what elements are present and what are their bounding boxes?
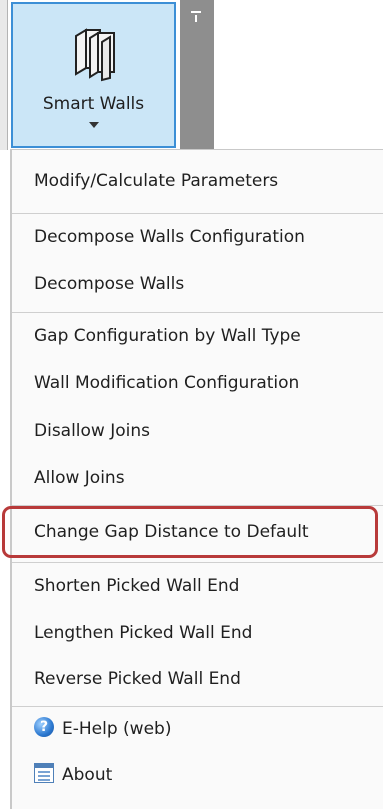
menu-separator	[12, 213, 383, 214]
menu-item-label: Decompose Walls Configuration	[34, 227, 305, 247]
menu-item-label: Reverse Picked Wall End	[34, 669, 241, 689]
menu-item-reverse-picked-wall-end[interactable]: Reverse Picked Wall End	[12, 659, 383, 699]
dropdown-arrow-icon[interactable]	[89, 122, 99, 128]
menu-item-label: Gap Configuration by Wall Type	[34, 326, 301, 346]
menu-item-label: E-Help (web)	[62, 719, 172, 739]
menu-separator	[12, 562, 383, 563]
menu-item-decompose-walls-configuration[interactable]: Decompose Walls Configuration	[12, 217, 383, 257]
ribbon-edge	[0, 0, 8, 150]
menu-item-label: Allow Joins	[34, 468, 125, 488]
menu-item-label: Wall Modification Configuration	[34, 373, 300, 393]
smart-walls-label: Smart Walls	[42, 94, 145, 114]
ribbon-panel: Smart Walls	[0, 0, 383, 150]
about-icon	[34, 763, 54, 783]
pin-icon[interactable]	[191, 11, 201, 22]
menu-item-label: Disallow Joins	[34, 421, 151, 441]
smart-walls-dropdown-menu: Modify/Calculate Parameters Decompose Wa…	[2, 149, 383, 809]
menu-item-gap-configuration-by-wall-type[interactable]: Gap Configuration by Wall Type	[12, 316, 383, 356]
menu-item-wall-modification-configuration[interactable]: Wall Modification Configuration	[12, 363, 383, 403]
menu-item-label: Shorten Picked Wall End	[34, 576, 240, 596]
smart-walls-button[interactable]: Smart Walls	[11, 2, 176, 148]
menu-item-e-help-web[interactable]: ? E-Help (web)	[12, 709, 383, 749]
smart-walls-icon	[75, 28, 115, 82]
menu-item-about[interactable]: About	[12, 755, 383, 795]
menu-item-label: Change Gap Distance to Default	[34, 522, 309, 542]
menu-item-label: Modify/Calculate Parameters	[34, 171, 279, 191]
menu-item-modify-calculate-parameters[interactable]: Modify/Calculate Parameters	[12, 161, 383, 201]
menu-item-decompose-walls[interactable]: Decompose Walls	[12, 264, 383, 304]
menu-item-disallow-joins[interactable]: Disallow Joins	[12, 411, 383, 451]
menu-item-change-gap-distance-to-default[interactable]: Change Gap Distance to Default	[12, 512, 383, 552]
menu-item-shorten-picked-wall-end[interactable]: Shorten Picked Wall End	[12, 566, 383, 606]
menu-item-allow-joins[interactable]: Allow Joins	[12, 458, 383, 498]
panel-grip[interactable]	[180, 0, 214, 150]
menu-item-lengthen-picked-wall-end[interactable]: Lengthen Picked Wall End	[12, 613, 383, 653]
help-icon: ?	[34, 717, 54, 737]
screenshot-root: Smart Walls Modify/Calculate Parameters …	[0, 0, 383, 809]
menu-item-label: About	[62, 765, 113, 785]
menu-separator	[12, 706, 383, 707]
menu-item-label: Decompose Walls	[34, 274, 185, 294]
menu-item-label: Lengthen Picked Wall End	[34, 623, 253, 643]
menu-separator	[12, 312, 383, 313]
